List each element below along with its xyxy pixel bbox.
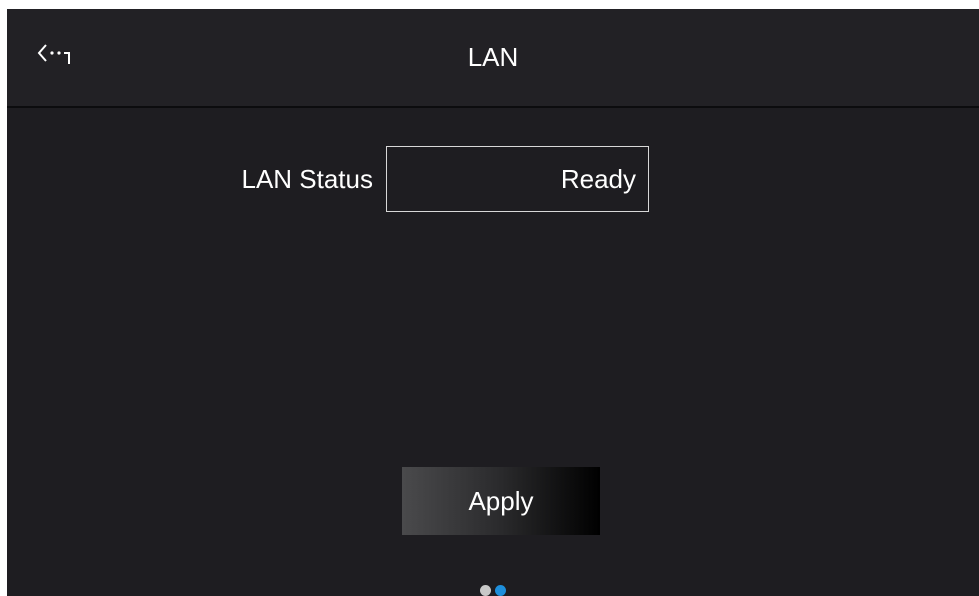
lan-screen: LAN LAN Status Ready Apply <box>7 9 979 596</box>
back-icon <box>33 40 93 75</box>
page-indicator <box>7 585 979 596</box>
page-title: LAN <box>467 42 519 72</box>
lan-status-value: Ready <box>560 164 636 194</box>
apply-button[interactable]: Apply <box>402 467 600 535</box>
page-dot-2 <box>495 585 506 596</box>
lan-status-field: Ready <box>386 146 649 212</box>
page-dot-1 <box>480 585 491 596</box>
header-bar: LAN <box>7 9 979 108</box>
lan-status-label: LAN Status <box>241 164 373 194</box>
back-button[interactable] <box>33 39 97 75</box>
